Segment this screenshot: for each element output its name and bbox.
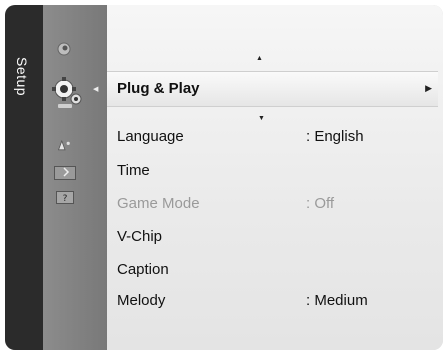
svg-text:?: ? (63, 194, 68, 204)
support-icon[interactable]: ? (56, 191, 74, 204)
menu-item-plug-and-play[interactable]: Plug & Play ▶ (107, 71, 438, 107)
chevron-right-icon: ▶ (425, 83, 432, 93)
menu-item-language[interactable]: Language (117, 128, 184, 145)
menu-item-melody[interactable]: Melody (117, 292, 165, 309)
picture-icon[interactable] (57, 42, 71, 56)
game-mode-value: : Off (306, 195, 335, 212)
chevron-left-icon: ◀ (93, 86, 99, 93)
menu-item-time[interactable]: Time (117, 162, 150, 179)
setup-tab-label: Setup (14, 57, 30, 97)
setup-tab: Setup (5, 5, 43, 350)
menu-item-caption[interactable]: Caption (117, 261, 169, 278)
input-icon[interactable] (57, 137, 73, 153)
selected-label: Plug & Play (117, 80, 200, 97)
scroll-down-icon[interactable]: ▼ (258, 115, 265, 122)
menu-item-v-chip[interactable]: V-Chip (117, 228, 162, 245)
scroll-up-icon[interactable]: ▲ (256, 55, 263, 62)
application-icon[interactable] (54, 166, 76, 180)
language-value: : English (306, 128, 364, 145)
melody-value: : Medium (306, 292, 368, 309)
setup-icon[interactable] (49, 74, 85, 110)
menu-item-game-mode: Game Mode (117, 195, 200, 212)
